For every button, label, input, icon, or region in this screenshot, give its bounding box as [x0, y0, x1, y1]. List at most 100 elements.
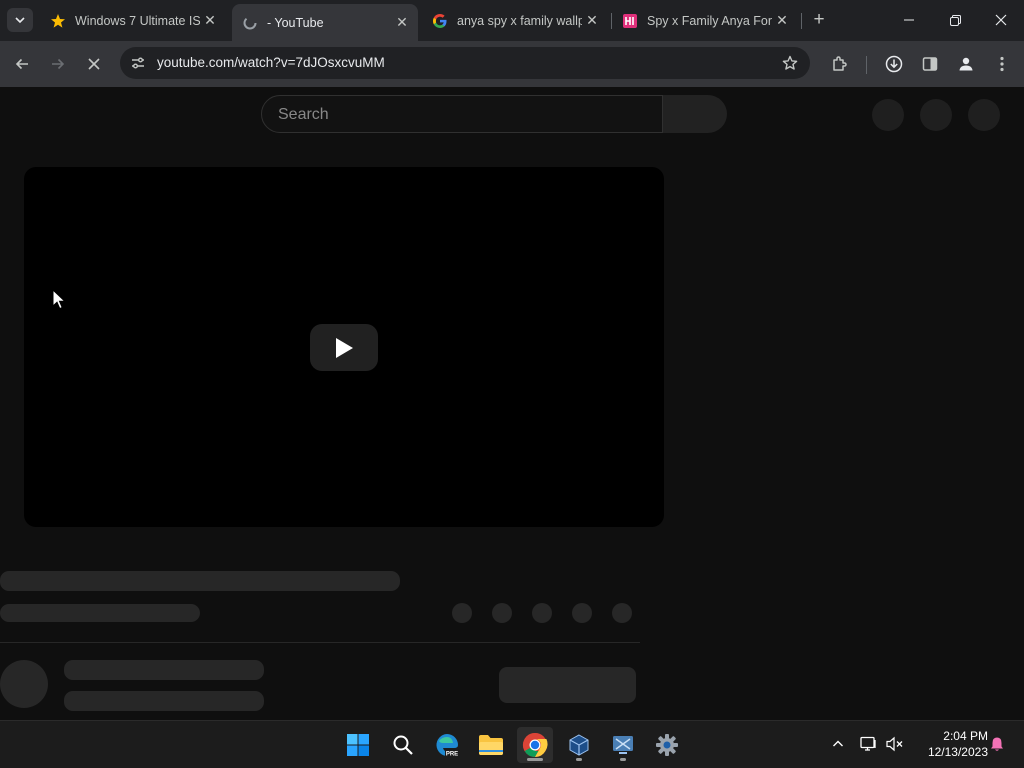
svg-text:PRE: PRE — [446, 752, 458, 758]
virtualbox-icon — [569, 734, 589, 756]
mouse-cursor-icon — [52, 289, 66, 310]
running-indicator — [620, 758, 626, 761]
windows-logo-icon — [347, 734, 369, 756]
avatar-placeholder — [968, 99, 1000, 131]
subscribe-skeleton — [499, 667, 636, 703]
back-button[interactable] — [8, 50, 36, 78]
minimize-icon — [904, 19, 914, 21]
tab-youtube[interactable]: - YouTube ✕ — [232, 4, 418, 41]
bookmark-star-icon[interactable] — [780, 53, 800, 73]
youtube-page: Search — [0, 87, 1024, 720]
channel-avatar-placeholder — [0, 660, 48, 708]
taskbar-settings[interactable] — [649, 727, 685, 763]
action-placeholder — [452, 603, 472, 623]
tab-spy-family[interactable]: Spy x Family Anya Forg ✕ — [612, 6, 798, 35]
header-icon-placeholder — [872, 99, 904, 131]
tab-google-search[interactable]: anya spy x family wallp ✕ — [422, 6, 608, 35]
forward-button[interactable] — [44, 50, 72, 78]
taskbar-file-explorer[interactable] — [473, 727, 509, 763]
action-placeholder — [532, 603, 552, 623]
clock-date: 12/13/2023 — [927, 745, 988, 759]
side-panel-button[interactable] — [916, 50, 944, 78]
address-bar[interactable]: youtube.com/watch?v=7dJOsxcvuMM — [120, 47, 810, 79]
close-icon — [995, 14, 1007, 26]
puzzle-icon — [833, 56, 847, 71]
windows-taskbar: PRE 2:04 PM 12/13/2023 — [0, 720, 1024, 768]
minimize-button[interactable] — [886, 0, 932, 40]
close-icon[interactable]: ✕ — [392, 13, 412, 33]
channel-subs-skeleton — [64, 691, 264, 711]
video-player[interactable] — [24, 167, 664, 527]
menu-button[interactable] — [988, 50, 1016, 78]
network-icon — [860, 736, 876, 751]
youtube-search-input[interactable]: Search — [261, 95, 663, 133]
action-placeholder — [492, 603, 512, 623]
clock-time: 2:04 PM — [943, 729, 988, 743]
new-tab-button[interactable]: + — [808, 9, 830, 31]
search-icon — [393, 735, 413, 755]
star-favicon-icon — [50, 13, 66, 29]
bell-icon — [991, 737, 1003, 751]
title-skeleton — [0, 571, 400, 591]
content-divider — [0, 642, 640, 643]
meta-skeleton — [0, 604, 200, 622]
tab-separator — [801, 13, 802, 29]
search-placeholder: Search — [278, 106, 329, 123]
volume-muted-icon — [886, 736, 903, 752]
site-info-icon[interactable] — [128, 53, 148, 73]
profile-button[interactable] — [952, 50, 980, 78]
running-indicator — [576, 758, 582, 761]
browser-toolbar: youtube.com/watch?v=7dJOsxcvuMM — [0, 41, 1024, 87]
folder-icon — [479, 735, 503, 755]
youtube-search-button[interactable] — [663, 95, 727, 133]
tab-title: Windows 7 Ultimate IS — [75, 13, 200, 28]
play-button[interactable] — [310, 324, 378, 371]
volume-button[interactable] — [884, 733, 906, 755]
header-icon-placeholder — [920, 99, 952, 131]
loading-favicon-icon — [242, 15, 258, 31]
tab-title: - YouTube — [267, 15, 324, 30]
close-icon[interactable]: ✕ — [772, 11, 792, 31]
play-icon — [336, 337, 353, 358]
tab-search-button[interactable] — [7, 8, 33, 32]
taskbar-vbox-vm[interactable] — [605, 727, 641, 763]
stop-loading-button[interactable] — [80, 50, 108, 78]
tab-windows7[interactable]: Windows 7 Ultimate IS ✕ — [40, 6, 226, 35]
pink-site-favicon-icon — [622, 13, 638, 29]
download-icon — [885, 55, 903, 73]
side-panel-icon — [922, 57, 938, 71]
gear-icon — [656, 734, 678, 756]
tab-title: anya spy x family wallp — [457, 13, 582, 28]
notifications-button[interactable] — [986, 733, 1008, 755]
tab-title: Spy x Family Anya Forg — [647, 13, 772, 28]
channel-name-skeleton — [64, 660, 264, 680]
url-text: youtube.com/watch?v=7dJOsxcvuMM — [157, 55, 385, 70]
extensions-button[interactable] — [826, 50, 854, 78]
profile-icon — [959, 57, 973, 71]
taskbar-edge-beta[interactable]: PRE — [429, 727, 465, 763]
close-icon — [88, 58, 100, 70]
tab-strip: Windows 7 Ultimate IS ✕ - YouTube ✕ anya… — [0, 0, 1024, 41]
arrow-right-icon — [52, 58, 65, 70]
close-icon[interactable]: ✕ — [200, 11, 220, 31]
more-vert-icon — [1000, 56, 1004, 72]
taskbar-chrome[interactable] — [517, 727, 553, 763]
google-favicon-icon — [432, 13, 448, 29]
system-clock[interactable]: 2:04 PM 12/13/2023 — [912, 728, 988, 760]
close-window-button[interactable] — [978, 0, 1024, 40]
action-placeholder — [612, 603, 632, 623]
taskbar-search-button[interactable] — [385, 727, 421, 763]
show-hidden-icons-button[interactable] — [827, 733, 849, 755]
edge-beta-icon: PRE — [436, 734, 459, 758]
start-button[interactable] — [340, 727, 376, 763]
restore-button[interactable] — [932, 0, 978, 40]
plus-icon: + — [813, 9, 825, 30]
restore-icon — [949, 14, 961, 26]
close-icon[interactable]: ✕ — [582, 11, 602, 31]
taskbar-virtualbox[interactable] — [561, 727, 597, 763]
virtual-machine-icon — [613, 736, 633, 754]
network-button[interactable] — [858, 733, 880, 755]
running-indicator — [527, 758, 543, 761]
action-placeholder — [572, 603, 592, 623]
downloads-button[interactable] — [880, 50, 908, 78]
